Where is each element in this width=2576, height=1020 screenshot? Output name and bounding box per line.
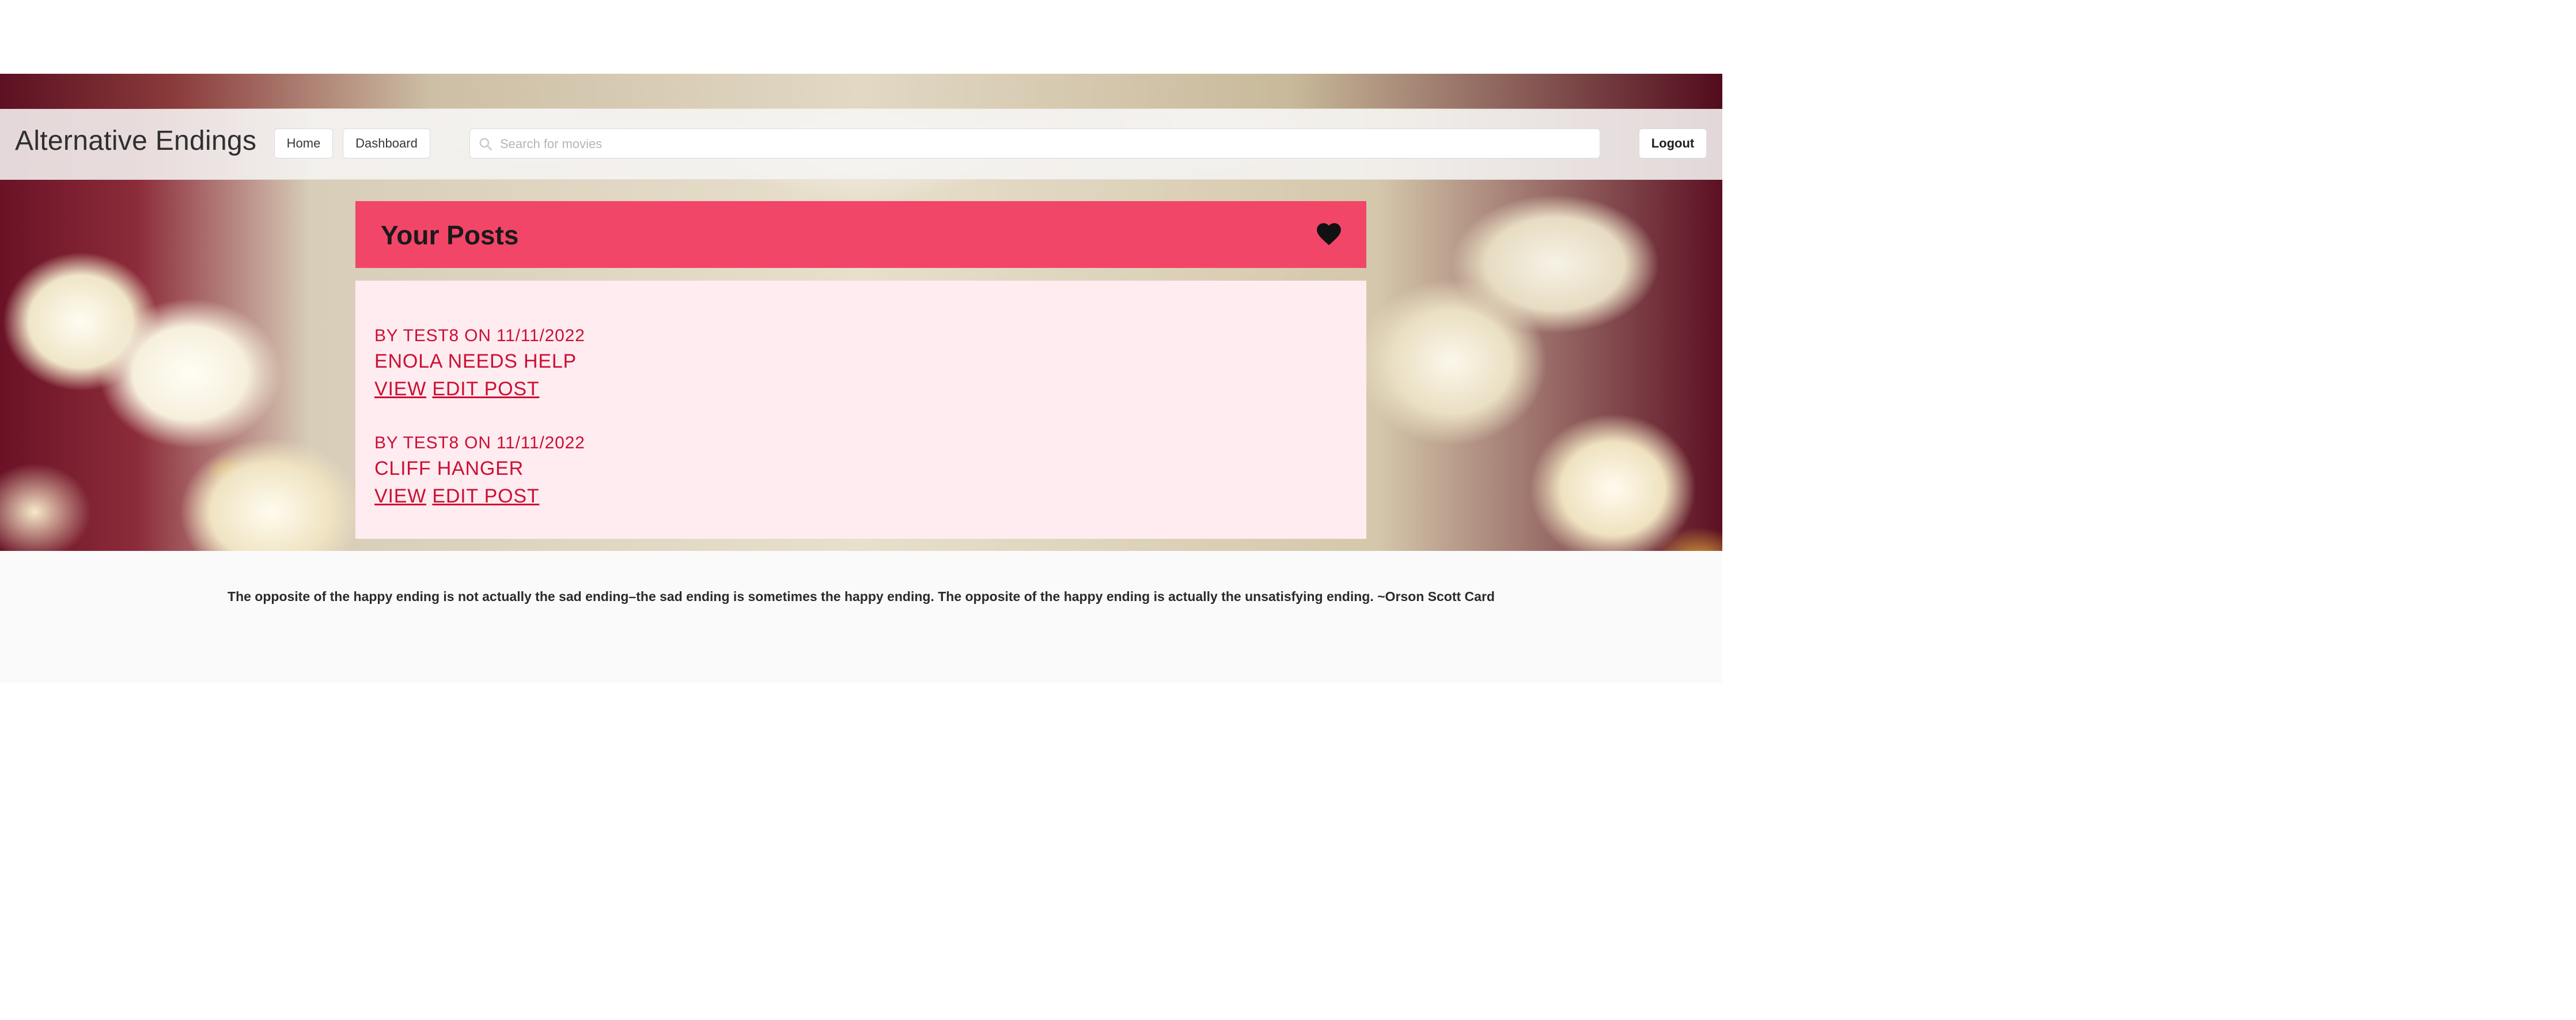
heart-icon xyxy=(1317,223,1341,245)
post-item: By test8 on 11/11/2022 Enola Needs Help … xyxy=(374,324,1366,403)
page-footer: The opposite of the happy ending is not … xyxy=(0,551,1722,683)
post-title: Cliff Hanger xyxy=(374,458,524,479)
home-button[interactable]: Home xyxy=(274,129,333,158)
post-meta: By test8 on 11/11/2022 xyxy=(374,326,585,345)
search-input[interactable] xyxy=(499,129,1584,159)
post-actions: View Edit Post xyxy=(374,375,1366,403)
app-root: Alternative Endings Home Dashboard Logou… xyxy=(0,0,1722,683)
post-meta: By test8 on 11/11/2022 xyxy=(374,433,585,452)
posts-list: By test8 on 11/11/2022 Enola Needs Help … xyxy=(355,281,1366,539)
edit-post-link[interactable]: Edit Post xyxy=(432,378,539,400)
post-actions: View Edit Post xyxy=(374,482,1366,510)
edit-post-link[interactable]: Edit Post xyxy=(432,485,539,507)
search-box[interactable] xyxy=(469,129,1600,159)
dashboard-button[interactable]: Dashboard xyxy=(343,129,430,158)
search-icon xyxy=(479,138,493,151)
posts-panel-title: Your Posts xyxy=(381,220,519,250)
view-post-link[interactable]: View xyxy=(374,485,426,507)
top-navbar: Alternative Endings Home Dashboard Logou… xyxy=(0,109,1722,180)
logout-button[interactable]: Logout xyxy=(1639,129,1707,158)
view-post-link[interactable]: View xyxy=(374,378,426,400)
post-item: By test8 on 11/11/2022 Cliff Hanger View… xyxy=(374,432,1366,510)
post-title: Enola Needs Help xyxy=(374,350,577,372)
posts-panel-header: Your Posts xyxy=(355,201,1366,268)
background-top-band xyxy=(0,74,1722,108)
footer-quote: The opposite of the happy ending is not … xyxy=(228,589,1495,604)
brand-title[interactable]: Alternative Endings xyxy=(15,125,256,157)
